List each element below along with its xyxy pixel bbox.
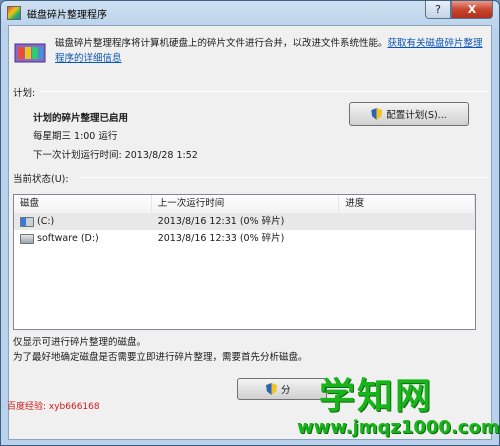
analyze-disk-button[interactable]: 分 bbox=[237, 378, 327, 400]
schedule-group-label: 计划: bbox=[13, 88, 36, 99]
configure-schedule-label: 配置计划(S)... bbox=[386, 110, 447, 121]
title-bar[interactable]: 磁盘碎片整理程序 ? X bbox=[1, 1, 499, 25]
disk-list-header: 磁盘 上一次运行时间 进度 bbox=[14, 195, 475, 213]
schedule-run-time: 每星期三 1:00 运行 bbox=[33, 131, 118, 142]
disk-row-c[interactable]: (C:) 2013/8/16 12:31 (0% 碎片) bbox=[14, 213, 475, 230]
window-title: 磁盘碎片整理程序 bbox=[27, 10, 107, 21]
footnote-analyze-hint: 为了最好地确定磁盘是否需要立即进行碎片整理，需要首先分析磁盘。 bbox=[13, 352, 308, 363]
schedule-status: 计划的碎片整理已启用 bbox=[33, 113, 129, 124]
disk-name: software (D:) bbox=[37, 233, 99, 244]
window-controls: ? X bbox=[425, 1, 493, 19]
progress-cell bbox=[339, 230, 475, 247]
current-status-group-label: 当前状态(U): bbox=[13, 174, 69, 185]
configure-schedule-button[interactable]: 配置计划(S)... bbox=[349, 102, 469, 126]
schedule-next-run: 下一次计划运行时间: 2013/8/28 1:52 bbox=[33, 150, 198, 161]
site-watermark-logo: 学知网 bbox=[319, 375, 434, 417]
schedule-divider bbox=[41, 91, 487, 92]
uac-shield-icon bbox=[371, 108, 383, 120]
disk-name: (C:) bbox=[37, 216, 55, 227]
system-drive-icon bbox=[20, 216, 34, 227]
intro-text: 磁盘碎片整理程序将计算机硬盘上的碎片文件进行合并，以改进文件系统性能。获取有关磁… bbox=[55, 36, 485, 66]
defrag-window: 磁盘碎片整理程序 ? X 磁盘碎片整理程序将计算机硬盘上的碎片文件进行合并，以改… bbox=[0, 0, 500, 446]
column-disk[interactable]: 磁盘 bbox=[14, 195, 152, 213]
baidu-watermark: 百度经验: xyb666168 bbox=[7, 402, 100, 412]
site-watermark-url: www.jmqz1000.com bbox=[297, 417, 500, 438]
last-run-cell: 2013/8/16 12:31 (0% 碎片) bbox=[157, 216, 285, 227]
last-run-cell: 2013/8/16 12:33 (0% 碎片) bbox=[157, 233, 285, 244]
current-status-divider bbox=[79, 177, 487, 178]
close-button[interactable]: X bbox=[451, 1, 493, 19]
progress-cell bbox=[339, 213, 475, 230]
footnote-disks-shown: 仅显示可进行碎片整理的磁盘。 bbox=[13, 337, 147, 348]
uac-shield-icon bbox=[266, 383, 277, 395]
disk-name-cell: software (D:) bbox=[14, 230, 152, 247]
disk-list[interactable]: 磁盘 上一次运行时间 进度 (C:) 2013/8/16 12:31 (0% 碎… bbox=[13, 194, 476, 330]
column-progress[interactable]: 进度 bbox=[339, 195, 475, 213]
disk-name-cell: (C:) bbox=[14, 213, 152, 230]
help-button[interactable]: ? bbox=[425, 1, 451, 19]
column-last-run[interactable]: 上一次运行时间 bbox=[151, 195, 340, 213]
defrag-icon bbox=[7, 6, 21, 20]
intro-description: 磁盘碎片整理程序将计算机硬盘上的碎片文件进行合并，以改进文件系统性能。 bbox=[55, 38, 388, 49]
analyze-disk-label: 分 bbox=[281, 385, 291, 396]
disk-row-d[interactable]: software (D:) 2013/8/16 12:33 (0% 碎片) bbox=[14, 230, 475, 247]
defrag-icon bbox=[14, 43, 46, 63]
drive-icon bbox=[20, 233, 34, 244]
